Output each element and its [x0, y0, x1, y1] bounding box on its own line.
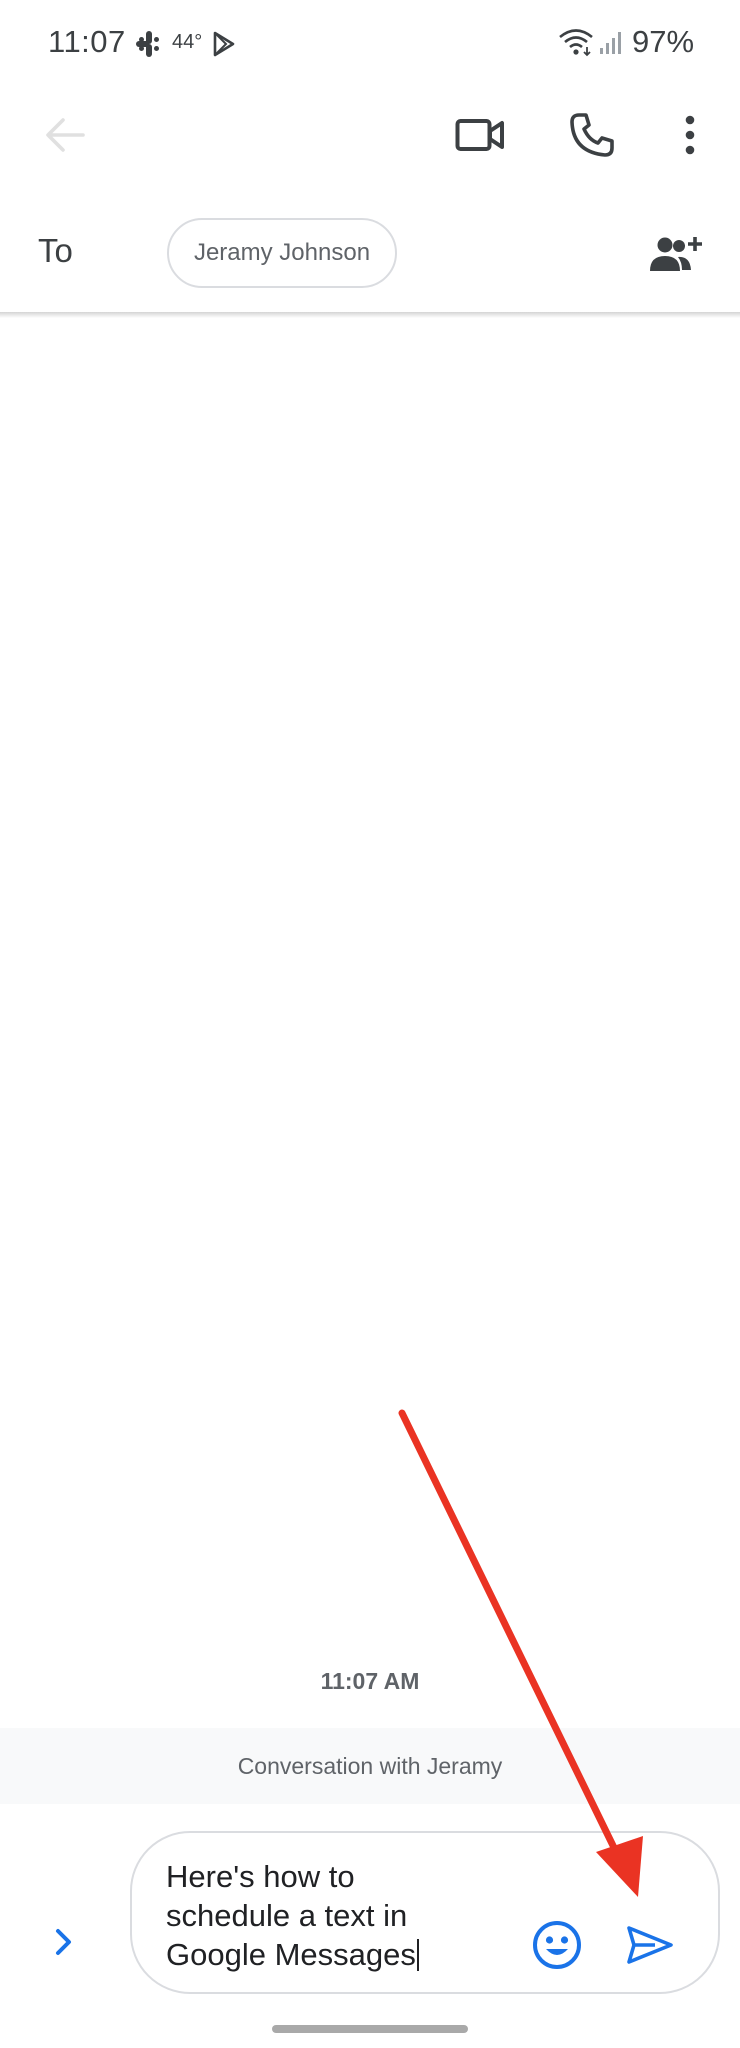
status-bar: 11:07 44° 97%	[0, 0, 740, 90]
status-temperature: 44°	[172, 31, 203, 53]
messages-screen: 11:07 44° 97% To Jeramy Johnson 11:07 AM…	[0, 0, 740, 2048]
more-options-button[interactable]	[670, 108, 710, 162]
recipient-row: To Jeramy Johnson	[0, 210, 740, 310]
recipient-chip[interactable]: Jeramy Johnson	[167, 218, 397, 288]
compose-box[interactable]: Here's how to schedule a text in Google …	[130, 1831, 720, 1994]
add-people-button[interactable]	[646, 230, 706, 280]
to-label: To	[38, 232, 73, 269]
recipient-chip-label: Jeramy Johnson	[193, 239, 371, 266]
back-button[interactable]	[30, 110, 100, 160]
phone-icon	[570, 113, 614, 157]
message-timestamp: 11:07 AM	[320, 1668, 420, 1694]
signal-icon	[600, 32, 621, 54]
message-input[interactable]: Here's how to schedule a text in Google …	[166, 1857, 466, 1974]
app-bar	[0, 90, 740, 180]
slack-icon	[136, 31, 159, 57]
text-cursor	[416, 1939, 419, 1971]
emoji-icon	[533, 1921, 581, 1969]
emoji-button[interactable]	[529, 1917, 585, 1973]
conversation-banner: Conversation with Jeramy	[0, 1728, 740, 1804]
home-indicator[interactable]	[272, 2025, 468, 2033]
add-people-icon	[650, 237, 702, 271]
video-call-icon	[455, 119, 504, 151]
wifi-icon	[559, 29, 593, 57]
header-divider	[0, 312, 740, 318]
conversation-banner-text: Conversation with Jeramy	[237, 1752, 503, 1779]
phone-call-button[interactable]	[562, 108, 622, 162]
more-vert-icon	[685, 115, 695, 155]
expand-attachments-button[interactable]	[38, 1916, 90, 1968]
status-battery: 97%	[632, 24, 695, 59]
send-button[interactable]	[620, 1917, 680, 1973]
message-input-text: Here's how to schedule a text in Google …	[166, 1859, 416, 1972]
send-icon	[627, 1926, 673, 1964]
video-call-button[interactable]	[448, 108, 512, 162]
play-store-icon	[213, 31, 235, 57]
back-arrow-icon	[46, 118, 85, 152]
chevron-right-icon	[56, 1929, 71, 1955]
status-time: 11:07	[48, 24, 126, 59]
